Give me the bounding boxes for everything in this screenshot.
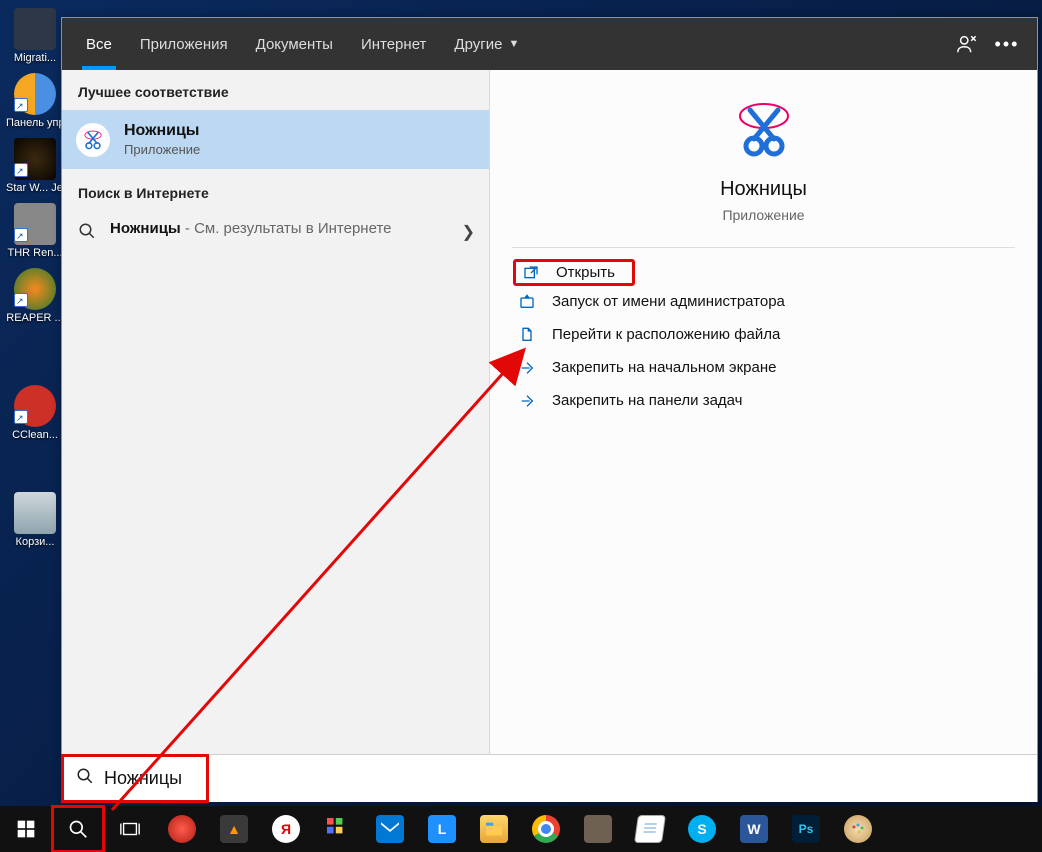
preview-pane: Ножницы Приложение Открыть Запуск от име… xyxy=(490,70,1037,754)
desktop-icon[interactable]: Migrati... xyxy=(6,8,64,65)
search-input[interactable] xyxy=(104,768,1023,789)
taskbar-app-unknown2[interactable] xyxy=(572,806,624,852)
action-pin-taskbar[interactable]: Закрепить на панели задач xyxy=(490,384,1037,417)
action-label: Закрепить на начальном экране xyxy=(552,359,776,376)
action-label: Перейти к расположению файла xyxy=(552,326,780,343)
action-label: Открыть xyxy=(556,264,615,281)
desktop-icons: Migrati... Панель управле... Star W... J… xyxy=(4,0,66,549)
desktop-icon[interactable]: Панель управле... xyxy=(6,73,64,130)
desktop-icon-label: CClean... xyxy=(6,429,64,442)
desktop-icon-label: Star W... Jedi Fa... xyxy=(6,182,64,195)
web-search-header: Поиск в Интернете xyxy=(62,169,489,209)
taskbar-app-photoshop[interactable]: Ps xyxy=(780,806,832,852)
search-icon xyxy=(76,767,94,790)
results-list: Лучшее соответствие Ножницы Приложение xyxy=(62,70,490,754)
taskbar-app-notepad[interactable] xyxy=(624,806,676,852)
separator xyxy=(512,247,1015,248)
scissors-icon xyxy=(76,123,110,157)
desktop-icon-label: Панель управле... xyxy=(6,117,64,130)
desktop-icon-label: THR Ren... xyxy=(6,247,64,260)
action-open-location[interactable]: Перейти к расположению файла xyxy=(490,318,1037,351)
taskbar-app-sublime[interactable]: ▲ xyxy=(208,806,260,852)
desktop-icon[interactable]: CClean... xyxy=(6,385,64,442)
action-label: Запуск от имени администратора xyxy=(552,293,785,310)
taskbar-app-paint[interactable] xyxy=(832,806,884,852)
tab-more[interactable]: Другие ▼ xyxy=(440,18,533,70)
tab-label: Документы xyxy=(256,36,333,53)
tab-label: Все xyxy=(86,36,112,53)
admin-icon xyxy=(518,294,536,310)
action-label: Закрепить на панели задач xyxy=(552,392,743,409)
task-view-button[interactable] xyxy=(104,806,156,852)
open-icon xyxy=(522,265,540,281)
desktop-icon-label: Migrati... xyxy=(6,52,64,65)
web-search-title: Ножницы xyxy=(110,220,181,237)
taskbar-app-unknown1[interactable] xyxy=(312,806,364,852)
tab-documents[interactable]: Документы xyxy=(242,18,347,70)
desktop-icon[interactable]: THR Ren... xyxy=(6,203,64,260)
start-button[interactable] xyxy=(0,806,52,852)
pin-start-icon xyxy=(518,360,536,376)
tab-apps[interactable]: Приложения xyxy=(126,18,242,70)
chevron-down-icon: ▼ xyxy=(508,38,519,50)
taskbar-app-opera[interactable] xyxy=(156,806,208,852)
taskbar-app-skype[interactable]: S xyxy=(676,806,728,852)
preview-actions: Открыть Запуск от имени администратора П… xyxy=(490,254,1037,423)
action-pin-start[interactable]: Закрепить на начальном экране xyxy=(490,351,1037,384)
web-search-subtitle: - См. результаты в Интернете xyxy=(181,220,392,237)
desktop-icon[interactable]: REAPER ... xyxy=(6,268,64,325)
chevron-right-icon: ❯ xyxy=(462,222,475,242)
action-open[interactable]: Открыть xyxy=(514,260,634,285)
preview-title: Ножницы xyxy=(490,178,1037,201)
tab-internet[interactable]: Интернет xyxy=(347,18,440,70)
tab-label: Приложения xyxy=(140,36,228,53)
taskbar-app-chrome[interactable] xyxy=(520,806,572,852)
best-match-header: Лучшее соответствие xyxy=(62,70,489,110)
search-bar[interactable] xyxy=(62,754,1037,802)
search-panel: Все Приложения Документы Интернет Другие… xyxy=(61,17,1038,802)
search-icon xyxy=(78,222,98,245)
preview-subtitle: Приложение xyxy=(490,207,1037,223)
taskbar-search-button[interactable] xyxy=(52,806,104,852)
desktop-icon-label: REAPER ... xyxy=(6,312,64,325)
more-options-icon[interactable]: ••• xyxy=(987,24,1027,64)
taskbar-app-L[interactable]: L xyxy=(416,806,468,852)
best-match-subtitle: Приложение xyxy=(124,142,200,157)
taskbar: ▲ Я L S W Ps xyxy=(0,806,1042,852)
tab-label: Другие xyxy=(454,36,502,53)
taskbar-app-explorer[interactable] xyxy=(468,806,520,852)
desktop-icon-label: Корзи... xyxy=(6,536,64,549)
desktop-icon[interactable]: Star W... Jedi Fa... xyxy=(6,138,64,195)
taskbar-app-mail[interactable] xyxy=(364,806,416,852)
action-run-admin[interactable]: Запуск от имени администратора xyxy=(490,285,1037,318)
scissors-icon xyxy=(730,96,798,164)
taskbar-app-yandex[interactable]: Я xyxy=(260,806,312,852)
tab-all[interactable]: Все xyxy=(72,18,126,70)
folder-icon xyxy=(518,327,536,343)
pin-taskbar-icon xyxy=(518,393,536,409)
tab-label: Интернет xyxy=(361,36,426,53)
web-search-item[interactable]: Ножницы - См. результаты в Интернете ❯ xyxy=(62,209,489,255)
search-tabs: Все Приложения Документы Интернет Другие… xyxy=(62,18,1037,70)
feedback-icon[interactable] xyxy=(947,24,987,64)
desktop-icon-recycle[interactable]: Корзи... xyxy=(6,492,64,549)
best-match-title: Ножницы xyxy=(124,122,200,140)
best-match-item[interactable]: Ножницы Приложение xyxy=(62,110,489,169)
taskbar-app-word[interactable]: W xyxy=(728,806,780,852)
